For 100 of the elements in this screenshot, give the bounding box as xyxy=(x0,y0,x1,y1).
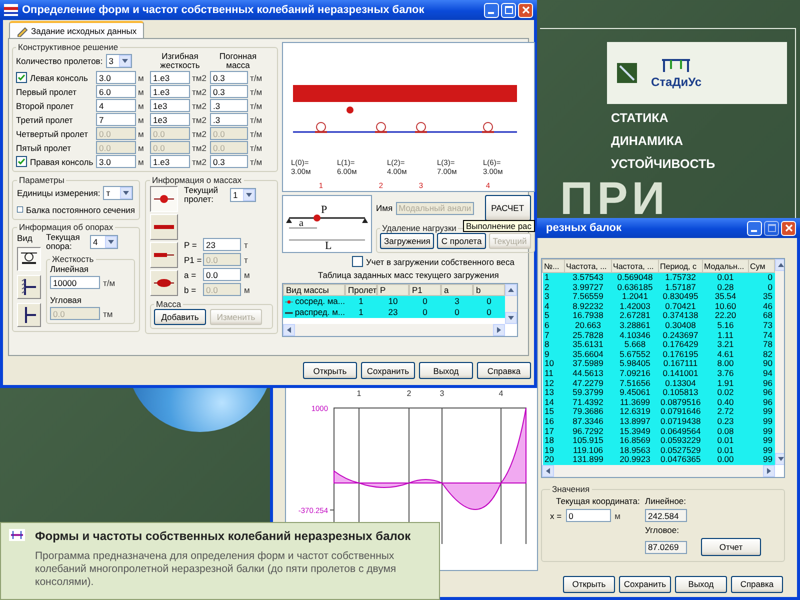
close-button[interactable] xyxy=(518,2,533,18)
scroll-up-button[interactable] xyxy=(775,259,784,271)
table-row[interactable]: 14 71.4392 11.3699 0.0879516 0.40 96 xyxy=(542,398,774,408)
table-row[interactable]: 7 25.7828 4.10346 0.243697 1.11 74 xyxy=(542,330,774,340)
vertical-scrollbar[interactable] xyxy=(505,284,517,324)
dialog-button[interactable]: Справка xyxy=(477,362,531,379)
table-row[interactable]: 20 131.899 20.9923 0.0476365 0.00 99 xyxy=(542,455,774,465)
table-row[interactable]: 18 105.915 16.8569 0.0593229 0.01 99 xyxy=(542,436,774,446)
dropdown[interactable]: 1 xyxy=(230,188,256,202)
scroll-up-button[interactable] xyxy=(505,284,517,296)
scroll-left-button[interactable] xyxy=(283,324,295,336)
input-field[interactable]: 0.0 xyxy=(203,268,241,281)
table-row[interactable]: 12 47.2279 7.51656 0.13304 1.91 96 xyxy=(542,378,774,388)
column-header[interactable]: P xyxy=(377,284,409,296)
column-header[interactable]: №... xyxy=(542,260,564,272)
dropdown[interactable]: 3 xyxy=(106,54,132,68)
table-row[interactable]: 5 16.7938 2.67281 0.374138 22.20 68 xyxy=(542,311,774,321)
minimize-button[interactable] xyxy=(484,2,499,18)
input-field[interactable]: 23 xyxy=(203,238,241,251)
table-row[interactable]: 16 87.3346 13.8997 0.0719438 0.23 99 xyxy=(542,416,774,426)
action-button[interactable]: С пролета xyxy=(437,233,486,249)
dropdown[interactable]: 4 xyxy=(90,235,118,249)
close-button[interactable] xyxy=(781,220,796,236)
checkbox[interactable] xyxy=(16,72,27,83)
table-row[interactable]: 8 35.6131 5.668 0.176429 3.21 78 xyxy=(542,340,774,350)
input-field[interactable]: 0.3 xyxy=(210,71,248,84)
table-row[interactable]: 2 3.99727 0.636185 1.57187 0.28 0 xyxy=(542,282,774,292)
table-row[interactable]: 9 35.6604 5.67552 0.176195 4.61 82 xyxy=(542,350,774,360)
action-button[interactable]: Добавить xyxy=(154,309,206,325)
dialog-button[interactable]: Справка xyxy=(731,576,783,592)
calculate-button[interactable]: РАСЧЕТ xyxy=(484,195,531,221)
tab[interactable]: Задание исходных данных xyxy=(9,21,144,38)
table-row[interactable]: 3 7.56559 1.2041 0.830495 35.54 35 xyxy=(542,292,774,302)
scroll-left-button[interactable] xyxy=(542,465,554,477)
input-field[interactable]: 1.e3 xyxy=(150,85,190,98)
input-field[interactable]: 1.e3 xyxy=(150,155,190,168)
column-header[interactable]: Пролет xyxy=(345,284,377,296)
checkbox[interactable] xyxy=(352,256,363,267)
table-cell: 0.0527529 xyxy=(658,446,702,456)
input-field[interactable]: 0.3 xyxy=(210,155,248,168)
table-row[interactable]: 13 59.3799 9.45061 0.105813 0.02 96 xyxy=(542,388,774,398)
horizontal-scrollbar[interactable] xyxy=(542,465,775,477)
column-header[interactable]: Частота, ... xyxy=(612,260,658,272)
unit-label: м xyxy=(244,284,250,294)
scroll-down-button[interactable] xyxy=(775,453,784,465)
table-row[interactable]: 17 96.7292 15.3949 0.0649564 0.08 99 xyxy=(542,426,774,436)
table-row[interactable]: 6 20.663 3.28861 0.30408 5.16 73 xyxy=(542,320,774,331)
checkbox[interactable] xyxy=(16,156,27,167)
input-field[interactable]: 1.e3 xyxy=(150,71,190,84)
table-cell: 2 xyxy=(542,282,564,292)
column-header[interactable]: Сум xyxy=(748,260,774,272)
horizontal-scrollbar[interactable] xyxy=(283,324,505,336)
scroll-down-button[interactable] xyxy=(505,312,517,324)
maximize-button[interactable] xyxy=(501,2,516,18)
maximize-button[interactable] xyxy=(764,220,779,236)
report-button[interactable]: Отчет xyxy=(701,538,761,556)
checkbox[interactable] xyxy=(17,204,24,215)
dialog-button[interactable]: Сохранить xyxy=(619,576,671,592)
table-row[interactable]: 11 44.5613 7.09216 0.141001 3.76 94 xyxy=(542,368,774,379)
table-row[interactable]: 10 37.5989 5.98405 0.167111 8.00 90 xyxy=(542,359,774,369)
column-header[interactable]: P1 xyxy=(409,284,441,296)
dialog-button[interactable]: Открыть xyxy=(303,362,357,379)
support-type-button[interactable] xyxy=(17,247,41,271)
table-row[interactable]: 15 79.3686 12.6319 0.0791646 2.72 99 xyxy=(542,407,774,417)
input-field[interactable]: 1e3 xyxy=(150,113,190,126)
dialog-button[interactable]: Выход xyxy=(675,576,727,592)
input-field[interactable]: .3 xyxy=(210,99,248,112)
column-header[interactable]: Вид массы xyxy=(283,284,345,296)
scroll-right-button[interactable] xyxy=(763,465,775,477)
table-row[interactable]: 19 119.106 18.9563 0.0527529 0.01 99 xyxy=(542,446,774,456)
input-field[interactable]: 3.0 xyxy=(96,71,136,84)
table-cell: 82 xyxy=(748,350,774,360)
column-header[interactable]: a xyxy=(441,284,473,296)
dialog-button[interactable]: Выход xyxy=(419,362,473,379)
input-field[interactable]: .3 xyxy=(210,113,248,126)
mass-type-button[interactable] xyxy=(150,186,178,212)
vertical-scrollbar[interactable] xyxy=(775,259,784,465)
column-header[interactable]: b xyxy=(473,284,505,296)
input-field[interactable]: 10000 xyxy=(50,276,100,289)
table-row[interactable]: сосред. ма... 1 10 0 3 0 xyxy=(283,296,505,307)
column-header[interactable]: Период, с xyxy=(658,260,702,272)
minimize-button[interactable] xyxy=(747,220,762,236)
input-field[interactable]: 0 xyxy=(566,509,611,522)
column-header[interactable]: Частота, ... xyxy=(564,260,612,272)
table-cell: 12 xyxy=(542,378,564,388)
input-field[interactable]: 1e3 xyxy=(150,99,190,112)
table-row[interactable]: 1 3.57543 0.569048 1.75732 0.01 0 xyxy=(542,272,774,283)
input-field[interactable]: 7 xyxy=(96,113,136,126)
scroll-right-button[interactable] xyxy=(493,324,505,336)
column-header[interactable]: Модальн... xyxy=(702,260,748,272)
dropdown[interactable]: т xyxy=(103,186,134,200)
input-field[interactable]: 3.0 xyxy=(96,155,136,168)
action-button[interactable]: Загружения xyxy=(380,233,434,249)
input-field[interactable]: 6.0 xyxy=(96,85,136,98)
dialog-button[interactable]: Сохранить xyxy=(361,362,415,379)
table-row[interactable]: распред. м... 1 23 0 0 0 xyxy=(283,307,505,318)
input-field[interactable]: 4 xyxy=(96,99,136,112)
table-row[interactable]: 4 8.92232 1.42003 0.70421 10.60 46 xyxy=(542,302,774,312)
dialog-button[interactable]: Открыть xyxy=(563,576,615,592)
input-field[interactable]: 0.3 xyxy=(210,85,248,98)
